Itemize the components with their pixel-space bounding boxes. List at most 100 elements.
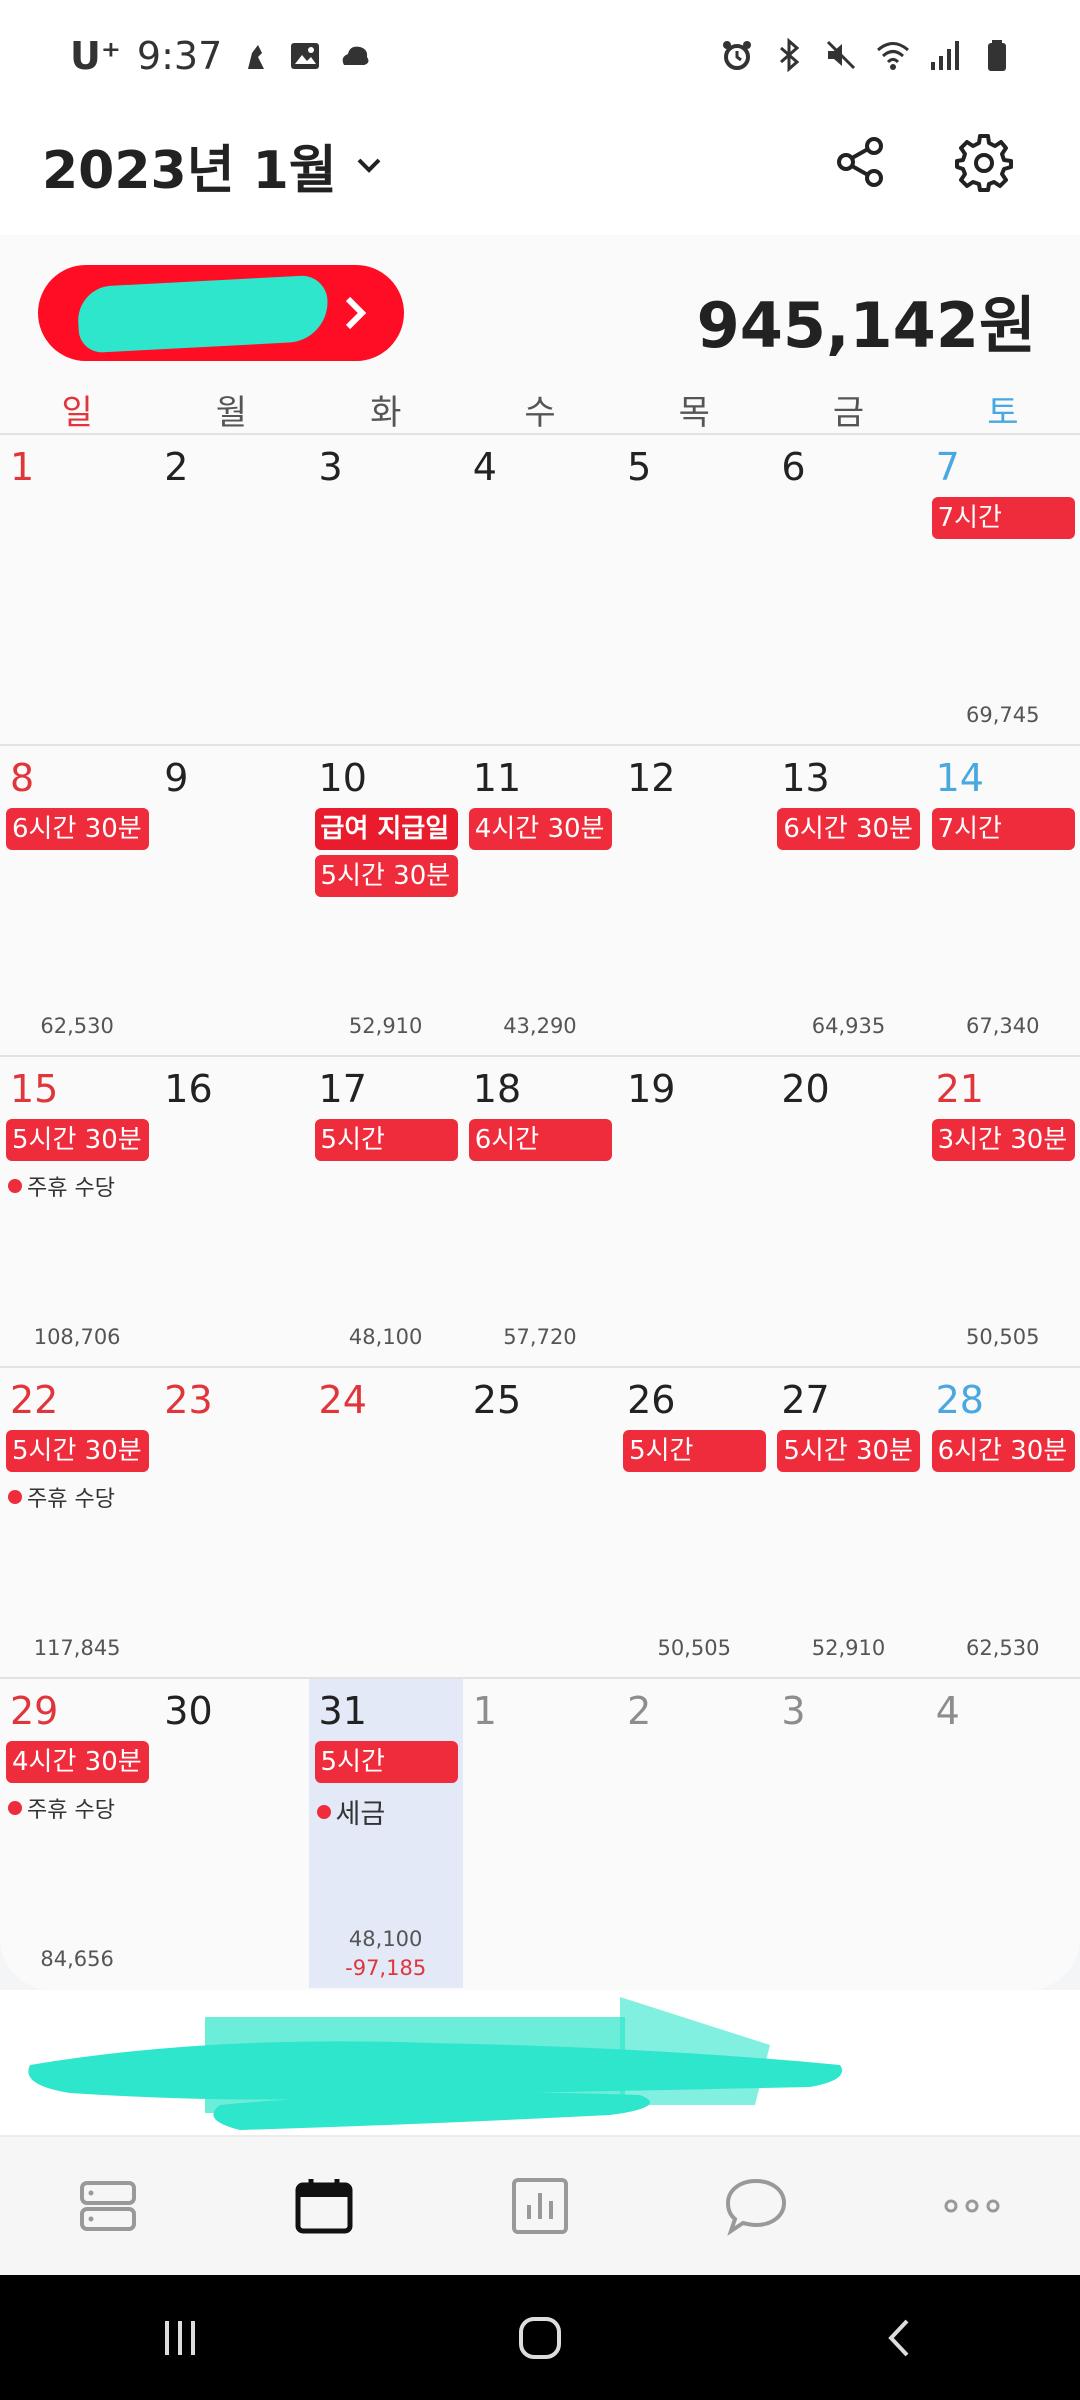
day-number: 26 (627, 1378, 676, 1422)
daily-wage-amount: 67,340 (965, 1014, 1040, 1038)
bottom-navigation (0, 2135, 1080, 2275)
monthly-total: 945,142원 (696, 289, 1036, 362)
status-right (720, 38, 1014, 72)
calendar-day-cell[interactable]: 3 (309, 435, 463, 744)
work-hours-badge[interactable]: 급여 지급일 (314, 808, 458, 850)
work-hours-badge[interactable]: 5시간 (623, 1430, 767, 1472)
nav-chart-button[interactable] (500, 2166, 580, 2246)
gear-icon (955, 134, 1013, 192)
calendar-day-cell[interactable]: 13 6시간 30분 64,935 (771, 746, 925, 1055)
calendar-day-cell[interactable]: 28 6시간 30분 62,530 (926, 1368, 1080, 1677)
calendar-day-cell[interactable]: 1 (463, 1679, 617, 1988)
calendar-day-cell[interactable]: 16 (154, 1057, 308, 1366)
day-number: 15 (10, 1067, 59, 1111)
calendar-week-row: 22 5시간 30분 주휴 수당 117,845 23 24 25 26 5시간 50,505 27… (0, 1366, 1080, 1677)
daily-wage-amount: 57,720 (503, 1325, 577, 1349)
daily-wage-amount: 84,656 (40, 1947, 114, 1971)
calendar-day-cell[interactable]: 22 5시간 30분 주휴 수당 117,845 (0, 1368, 154, 1677)
day-number: 11 (472, 756, 522, 800)
back-button[interactable] (860, 2298, 940, 2378)
calendar-day-cell[interactable]: 29 4시간 30분 주휴 수당 84,656 (0, 1679, 154, 1988)
red-dot-icon (316, 1804, 331, 1819)
share-button[interactable] (828, 130, 892, 194)
list-icon (80, 2181, 136, 2231)
work-hours-badge[interactable]: 5시간 30분 (777, 1430, 921, 1472)
wifi-icon (877, 42, 909, 70)
settings-button[interactable] (952, 130, 1016, 194)
calendar-day-cell[interactable]: 1 (0, 435, 154, 744)
work-hours-badge[interactable]: 6시간 30분 (931, 1430, 1075, 1472)
day-number: 3 (781, 1689, 806, 1733)
home-icon (519, 2316, 561, 2359)
calendar-day-cell[interactable]: 31 5시간 세금 48,100 -97,185 (308, 1679, 463, 1988)
calendar-day-cell[interactable]: 10 급여 지급일 5시간 30분 52,910 (309, 746, 463, 1055)
calendar-day-cell[interactable]: 23 (154, 1368, 308, 1677)
allowance-note: 주휴 수당 (8, 1170, 115, 1202)
nav-list-button[interactable] (68, 2166, 148, 2246)
daily-wage-amount: 52,910 (811, 1636, 886, 1660)
workplace-selector-button[interactable] (38, 265, 404, 361)
calendar-day-cell[interactable]: 8 6시간 30분 62,530 (0, 746, 154, 1055)
calendar-day-cell[interactable]: 6 (771, 435, 925, 744)
work-hours-badge[interactable]: 4시간 30분 (468, 808, 612, 850)
calendar-day-cell[interactable]: 12 (617, 746, 771, 1055)
work-hours-badge[interactable]: 5시간 30분 (6, 1119, 149, 1161)
daily-wage-amount: 62,530 (40, 1014, 114, 1038)
note-label: 주휴 수당 (27, 1176, 115, 1201)
calendar-day-cell[interactable]: 26 5시간 50,505 (617, 1368, 771, 1677)
calendar-week-row: 29 4시간 30분 주휴 수당 84,656 30 31 5시간 세금 48,100 -97,1… (0, 1677, 1080, 1988)
calendar-day-cell[interactable]: 21 3시간 30분 50,505 (926, 1057, 1080, 1366)
calendar-day-cell[interactable]: 24 (309, 1368, 463, 1677)
work-hours-badge[interactable]: 3시간 30분 (931, 1119, 1075, 1161)
work-hours-badge[interactable]: 7시간 (931, 497, 1075, 539)
calendar-grid: 1 2 3 4 5 6 7 7시간 69,745 8 6시간 30분 62,530 9 10 급여 지급일 5… (0, 433, 1080, 1988)
nav-chat-button[interactable] (716, 2166, 796, 2246)
nav-calendar-button[interactable] (284, 2166, 364, 2246)
calendar-day-cell[interactable]: 2 (154, 435, 308, 744)
daily-wage-amount: 48,100 (348, 1927, 423, 1951)
calendar-day-cell[interactable]: 15 5시간 30분 주휴 수당 108,706 (0, 1057, 154, 1366)
daily-wage-amount: 43,290 (503, 1014, 577, 1038)
calendar-day-cell[interactable]: 18 6시간 57,720 (463, 1057, 617, 1366)
calendar-day-cell[interactable]: 11 4시간 30분 43,290 (463, 746, 617, 1055)
calendar-day-cell[interactable]: 25 (463, 1368, 617, 1677)
carrier-label: U⁺ (70, 34, 121, 78)
calendar-day-cell[interactable]: 4 (926, 1679, 1080, 1988)
calendar-day-cell[interactable]: 3 (771, 1679, 925, 1988)
note-label: 세금 (335, 1799, 386, 1830)
work-hours-badge[interactable]: 7시간 (931, 808, 1075, 850)
calendar-day-cell[interactable]: 5 (617, 435, 771, 744)
calendar-day-cell[interactable]: 20 (771, 1057, 925, 1366)
work-hours-badge[interactable]: 6시간 30분 (6, 808, 149, 850)
work-hours-badge[interactable]: 5시간 30분 (314, 855, 458, 897)
work-hours-badge[interactable]: 6시간 30분 (777, 808, 921, 850)
work-hours-badge[interactable]: 5시간 (314, 1741, 458, 1783)
bluetooth-icon (780, 38, 800, 72)
calendar-day-cell[interactable]: 4 (463, 435, 617, 744)
month-selector[interactable]: 2023년 1월 (42, 128, 387, 203)
calendar-day-cell[interactable]: 17 5시간 48,100 (309, 1057, 463, 1366)
calendar-day-cell[interactable]: 27 5시간 30분 52,910 (771, 1368, 925, 1677)
day-number: 14 (935, 756, 984, 800)
calendar-icon (295, 2179, 353, 2234)
calendar-day-cell[interactable]: 9 (154, 746, 308, 1055)
red-dot-icon (8, 1801, 22, 1815)
work-hours-badge[interactable]: 5시간 30분 (6, 1430, 149, 1472)
calendar-day-cell[interactable]: 14 7시간 67,340 (926, 746, 1080, 1055)
work-hours-badge[interactable]: 4시간 30분 (6, 1741, 149, 1783)
calendar-day-cell[interactable]: 7 7시간 69,745 (926, 435, 1080, 744)
status-time: 9:37 (136, 34, 223, 78)
bixby-icon (248, 45, 265, 69)
work-hours-badge[interactable]: 5시간 (314, 1119, 458, 1161)
home-button[interactable] (500, 2298, 580, 2378)
day-number: 29 (10, 1689, 59, 1733)
calendar-card: 945,142원 일 월 화 수 목 금 토 1 2 3 4 5 6 7 7시간 69,745 8… (0, 235, 1080, 1990)
recents-button[interactable] (140, 2298, 220, 2378)
day-number: 5 (627, 445, 652, 489)
nav-more-button[interactable] (932, 2166, 1012, 2246)
work-hours-badge[interactable]: 6시간 (468, 1119, 612, 1161)
calendar-day-cell[interactable]: 2 (617, 1679, 771, 1988)
calendar-day-cell[interactable]: 30 (154, 1679, 308, 1988)
status-bar: U⁺ 9:37 (0, 0, 1080, 100)
calendar-day-cell[interactable]: 19 (617, 1057, 771, 1366)
